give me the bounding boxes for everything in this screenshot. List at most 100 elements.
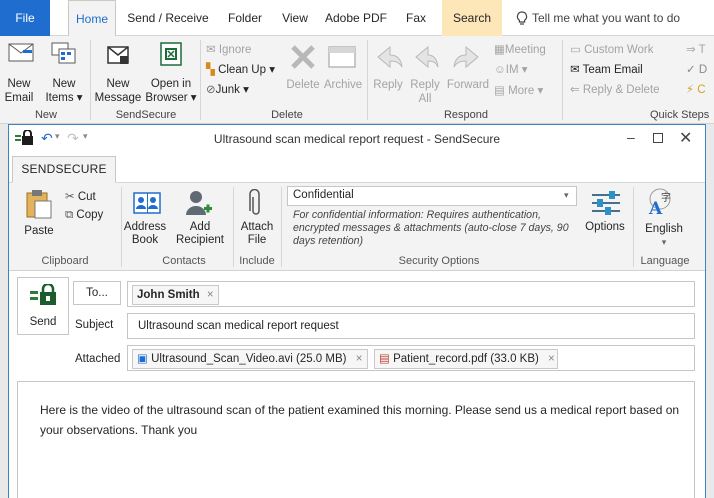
qs-custom-work[interactable]: ▭ Custom Work (570, 42, 654, 58)
open-in-browser-button[interactable]: Open in Browser ▾ (144, 77, 198, 105)
video-file-icon: ▣ (137, 353, 148, 365)
language-button[interactable]: English ▾ (639, 223, 689, 249)
compose-area: Send To... John Smith × Subject Ultrasou… (9, 271, 705, 498)
new-email-icon (8, 41, 34, 63)
group-label-clipboard: Clipboard (41, 255, 89, 267)
ignore-icon: ✉ (206, 44, 216, 56)
remove-attachment-icon[interactable]: × (548, 353, 555, 365)
add-recipient-button[interactable]: Add Recipient (175, 221, 225, 247)
tab-folder[interactable]: Folder (220, 0, 270, 36)
address-book-icon (133, 191, 161, 215)
reply-icon (376, 44, 404, 70)
group-label-respond: Respond (443, 109, 489, 121)
forward-button[interactable]: Forward (446, 78, 490, 92)
open-in-browser-icon (160, 42, 182, 66)
new-message-button[interactable]: New Message (94, 77, 142, 105)
message-body-text: Here is the video of the ultrasound scan… (40, 403, 680, 437)
new-message-icon (106, 43, 130, 67)
tab-home[interactable]: Home (68, 0, 116, 37)
qs-create-new-icon[interactable]: ⚡ C (686, 82, 706, 98)
inner-tab-bar: SENDSECURE (9, 153, 705, 183)
subject-field[interactable]: Ultrasound scan medical report request (127, 313, 695, 339)
reply-delete-icon: ⇐ (570, 84, 580, 96)
lightbulb-icon (516, 11, 528, 26)
tab-sendsecure[interactable]: SENDSECURE (12, 156, 116, 183)
tab-fax[interactable]: Fax (400, 0, 432, 36)
security-level-select[interactable]: Confidential ▾ (287, 186, 577, 206)
options-icon (591, 189, 621, 217)
attachment-chip[interactable]: ▤ Patient_record.pdf (33.0 KB) × (374, 349, 558, 369)
chevron-down-icon: ▾ (564, 190, 569, 200)
attachments-field: ▣ Ultrasound_Scan_Video.avi (25.0 MB) × … (127, 345, 695, 371)
im-button[interactable]: ☺IM ▾ (494, 62, 528, 78)
subject-value: Ultrasound scan medical report request (138, 320, 339, 332)
language-icon: A字 (645, 187, 675, 217)
recipient-chip[interactable]: John Smith × (132, 285, 219, 305)
qs-to-manager-icon[interactable]: ⇒ T (686, 42, 706, 58)
team-email-icon: ✉ (570, 64, 580, 76)
maximize-icon[interactable] (653, 133, 663, 143)
compose-window: ↶ ▾ ↷ ▾ Ultrasound scan medical report r… (8, 124, 706, 498)
attach-file-button[interactable]: Attach File (237, 221, 277, 247)
group-label-contacts: Contacts (162, 255, 206, 267)
paste-icon (25, 189, 53, 219)
copy-icon: ⧉ (65, 209, 74, 221)
remove-recipient-icon[interactable]: × (207, 289, 214, 301)
svg-text:字: 字 (661, 191, 671, 204)
send-label: Send (29, 316, 57, 328)
window-title-bar: ↶ ▾ ↷ ▾ Ultrasound scan medical report r… (9, 125, 705, 153)
qs-team-email[interactable]: ✉ Team Email (570, 62, 643, 78)
message-body[interactable]: Here is the video of the ultrasound scan… (17, 381, 695, 498)
tab-send-receive[interactable]: Send / Receive (122, 0, 214, 36)
clean-up-icon: ▚ (206, 64, 215, 76)
to-field[interactable]: John Smith × (127, 281, 695, 307)
group-label-new: New (34, 109, 57, 121)
group-label-quick-steps: Quick Steps (650, 109, 710, 121)
tab-adobe-pdf[interactable]: Adobe PDF (320, 0, 392, 36)
options-button[interactable]: Options (581, 221, 629, 234)
more-icon: ▤ (494, 85, 505, 97)
cut-button[interactable]: ✂ Cut (65, 189, 96, 205)
send-button[interactable]: Send (17, 277, 69, 335)
tab-view[interactable]: View (276, 0, 314, 36)
qs-reply-delete[interactable]: ⇐ Reply & Delete (570, 82, 660, 98)
archive-button[interactable]: Archive (322, 78, 364, 92)
inner-ribbon: Paste ✂ Cut ⧉ Copy Clipboard Address Book… (9, 183, 705, 271)
new-email-button[interactable]: New Email (0, 77, 38, 105)
group-label-sendsecure: SendSecure (115, 109, 177, 121)
meeting-button[interactable]: ▦Meeting (494, 42, 546, 58)
reply-all-button[interactable]: Reply All (408, 78, 442, 106)
close-icon[interactable]: ✕ (679, 128, 692, 148)
more-button[interactable]: ▤ More ▾ (494, 83, 543, 99)
outer-ribbon: New Email New Items ▾ New Message Open in Br… (0, 36, 714, 124)
ignore-button[interactable]: ✉ Ignore (206, 42, 251, 58)
security-description: For confidential information: Requires a… (293, 209, 569, 247)
security-level-value: Confidential (293, 189, 354, 201)
address-book-button[interactable]: Address Book (123, 221, 167, 247)
junk-icon: ⊘ (206, 84, 216, 96)
minimize-icon[interactable]: – (627, 129, 635, 145)
junk-button[interactable]: ⊘Junk ▾ (206, 82, 249, 98)
new-items-button[interactable]: New Items ▾ (42, 77, 86, 105)
clean-up-button[interactable]: ▚ Clean Up ▾ (206, 62, 275, 78)
delete-icon (290, 44, 316, 70)
pdf-file-icon: ▤ (379, 353, 390, 365)
reply-button[interactable]: Reply (372, 78, 404, 92)
reply-all-icon (412, 44, 440, 70)
attachment-chip[interactable]: ▣ Ultrasound_Scan_Video.avi (25.0 MB) × (132, 349, 368, 369)
to-button[interactable]: To... (73, 281, 121, 305)
copy-button[interactable]: ⧉ Copy (65, 207, 103, 223)
window-title: Ultrasound scan medical report request -… (213, 132, 501, 146)
new-items-icon (51, 40, 77, 66)
im-icon: ☺ (494, 64, 506, 76)
tell-me-search[interactable]: Tell me what you want to do (532, 0, 692, 36)
qs-done-icon[interactable]: ✓ D (686, 62, 707, 78)
tab-search[interactable]: Search (442, 0, 502, 36)
group-label-include: Include (239, 255, 275, 267)
paste-button[interactable]: Paste (19, 225, 59, 238)
scissors-icon: ✂ (65, 191, 75, 203)
remove-attachment-icon[interactable]: × (356, 353, 363, 365)
group-label-delete: Delete (271, 109, 303, 121)
delete-button[interactable]: Delete (282, 78, 324, 92)
tab-file[interactable]: File (0, 0, 50, 36)
